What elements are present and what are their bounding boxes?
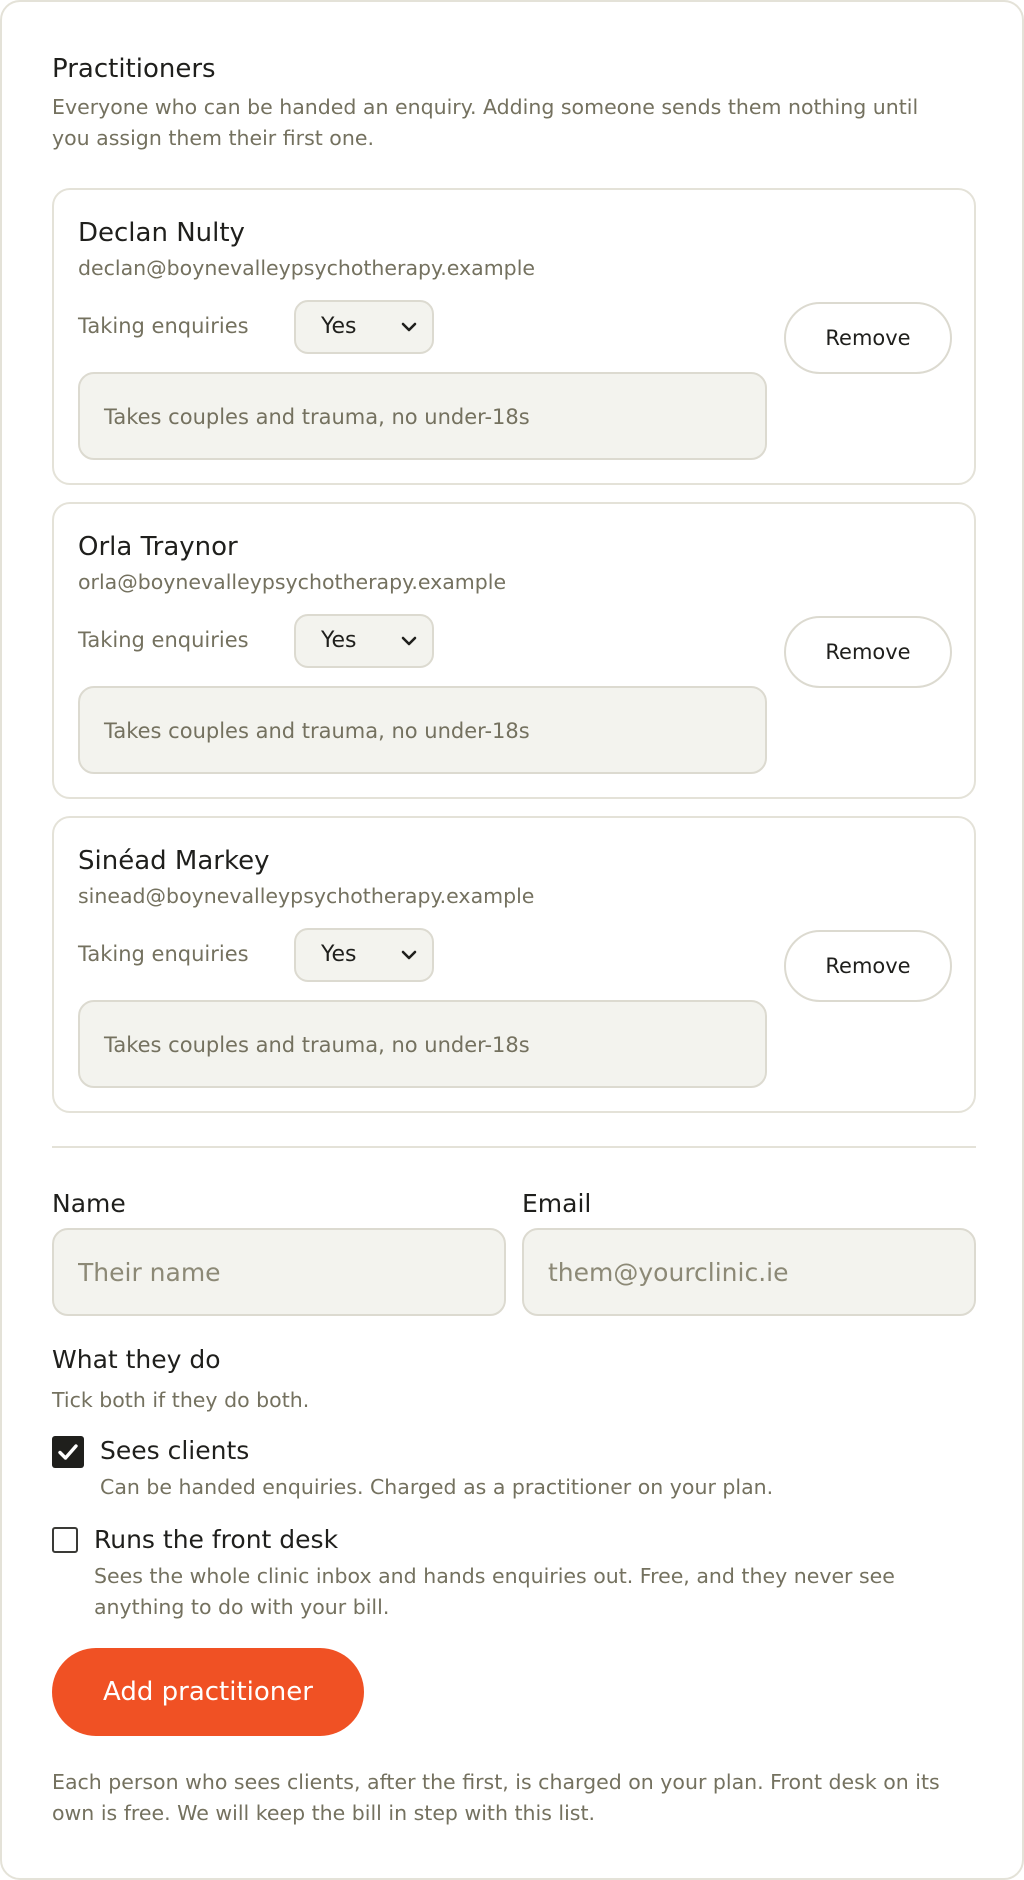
practitioner-name: Declan Nulty <box>78 218 245 248</box>
role-title: Runs the front desk <box>94 1525 339 1554</box>
remove-button[interactable]: Remove <box>784 302 952 374</box>
taking-enquiries-value: Yes <box>321 628 357 653</box>
roles-title: What they do <box>52 1345 221 1374</box>
taking-enquiries-label: Taking enquiries <box>78 314 249 338</box>
taking-enquiries-value: Yes <box>321 942 357 967</box>
taking-enquiries-select[interactable]: Yes <box>294 928 434 982</box>
practitioner-email: sinead@boynevalleypsychotherapy.example <box>78 884 535 908</box>
add-practitioner-button[interactable]: Add practitioner <box>52 1648 364 1736</box>
sees-clients-checkbox[interactable] <box>52 1436 84 1468</box>
name-input[interactable] <box>52 1228 506 1316</box>
practitioner-note-field[interactable]: Takes couples and trauma, no under-18s <box>78 1000 767 1088</box>
practitioner-note-field[interactable]: Takes couples and trauma, no under-18s <box>78 372 767 460</box>
taking-enquiries-select[interactable]: Yes <box>294 614 434 668</box>
divider <box>52 1146 976 1148</box>
front-desk-checkbox[interactable] <box>52 1527 78 1553</box>
roles-hint: Tick both if they do both. <box>52 1388 310 1412</box>
email-input[interactable] <box>522 1228 976 1316</box>
taking-enquiries-select[interactable]: Yes <box>294 300 434 354</box>
chevron-down-icon <box>401 950 417 960</box>
taking-enquiries-label: Taking enquiries <box>78 628 249 652</box>
practitioner-name: Orla Traynor <box>78 532 238 562</box>
billing-note: Each person who sees clients, after the … <box>52 1770 940 1825</box>
taking-enquiries-label: Taking enquiries <box>78 942 249 966</box>
role-description: Can be handed enquiries. Charged as a pr… <box>100 1475 774 1499</box>
practitioner-card: Sinéad Markey sinead@boynevalleypsychoth… <box>52 816 976 1113</box>
practitioner-note-field[interactable]: Takes couples and trauma, no under-18s <box>78 686 767 774</box>
practitioner-card: Declan Nulty declan@boynevalleypsychothe… <box>52 188 976 485</box>
chevron-down-icon <box>401 322 417 332</box>
section-title: Practitioners <box>52 54 216 84</box>
name-field-label: Name <box>52 1189 126 1218</box>
taking-enquiries-value: Yes <box>321 314 357 339</box>
practitioner-card: Orla Traynor orla@boynevalleypsychothera… <box>52 502 976 799</box>
email-field-label: Email <box>522 1189 592 1218</box>
settings-panel: Practitioners Everyone who can be handed… <box>0 0 1024 1880</box>
section-description: Everyone who can be handed an enquiry. A… <box>52 95 919 150</box>
practitioner-email: declan@boynevalleypsychotherapy.example <box>78 256 536 280</box>
role-title: Sees clients <box>100 1436 250 1465</box>
remove-button[interactable]: Remove <box>784 616 952 688</box>
checkmark-icon <box>58 1444 78 1460</box>
practitioner-name: Sinéad Markey <box>78 846 270 876</box>
chevron-down-icon <box>401 636 417 646</box>
remove-button[interactable]: Remove <box>784 930 952 1002</box>
role-description: Sees the whole clinic inbox and hands en… <box>94 1564 895 1619</box>
practitioner-email: orla@boynevalleypsychotherapy.example <box>78 570 507 594</box>
